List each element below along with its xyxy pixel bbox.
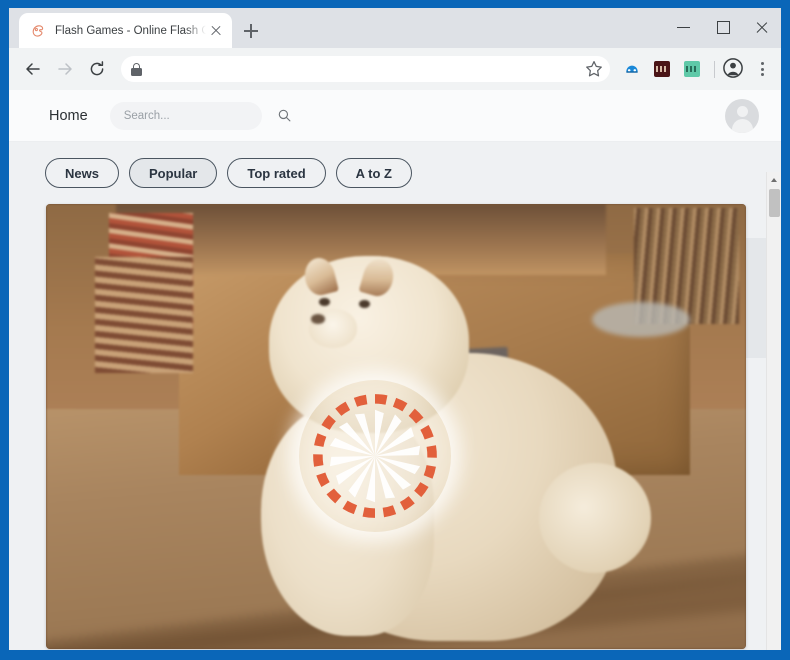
page-scrollbar[interactable]	[766, 172, 781, 650]
browser-window: Flash Games - Online Flash Gam	[0, 0, 790, 660]
search-icon[interactable]	[278, 109, 291, 122]
tab-strip: Flash Games - Online Flash Gam	[9, 8, 781, 48]
tab-close-icon[interactable]	[208, 23, 224, 39]
flash-games-favicon	[30, 23, 46, 39]
filter-top-rated[interactable]: Top rated	[227, 158, 326, 188]
window-minimize-button[interactable]	[664, 8, 703, 46]
spinner-ring-icon	[313, 394, 437, 518]
forward-button[interactable]	[51, 55, 79, 83]
avatar-head-shape	[736, 105, 748, 117]
media-card[interactable]	[46, 204, 746, 649]
filter-news[interactable]: News	[45, 158, 119, 188]
window-close-button[interactable]	[742, 8, 781, 46]
forward-arrow-icon	[58, 63, 72, 75]
scrollbar-up-arrow-icon[interactable]	[767, 172, 781, 187]
extension-teal-icon[interactable]	[684, 61, 700, 77]
address-bar[interactable]	[121, 56, 610, 82]
menu-dot	[760, 62, 764, 66]
avatar-body-shape	[731, 118, 753, 133]
extension-maroon-icon[interactable]	[654, 61, 670, 77]
window-controls	[664, 8, 781, 48]
search-box[interactable]	[109, 101, 291, 130]
loading-spinner	[299, 380, 451, 532]
lock-icon	[131, 62, 142, 76]
new-tab-button[interactable]	[237, 17, 265, 45]
reload-button[interactable]	[83, 55, 111, 83]
filter-popular[interactable]: Popular	[128, 158, 218, 188]
scrollbar-thumb[interactable]	[769, 189, 780, 217]
profile-button[interactable]	[721, 56, 747, 82]
extension-blue-icon[interactable]	[624, 61, 640, 77]
page-viewport: Home News	[9, 90, 781, 650]
menu-dot	[760, 73, 764, 77]
site-header: Home	[9, 90, 781, 142]
tab-title: Flash Games - Online Flash Gam	[55, 24, 206, 37]
browser-menu-button[interactable]	[749, 55, 775, 83]
window-maximize-button[interactable]	[703, 8, 742, 46]
browser-toolbar	[9, 48, 781, 90]
window-inner: Flash Games - Online Flash Gam	[9, 8, 781, 650]
bookmark-star-icon[interactable]	[584, 59, 604, 79]
back-arrow-icon	[26, 63, 40, 75]
profile-avatar-icon	[723, 58, 743, 78]
extension-icons	[617, 61, 707, 77]
search-input[interactable]	[123, 109, 278, 122]
toolbar-divider	[714, 60, 715, 78]
filter-bar: News Popular Top rated A to Z	[9, 142, 781, 188]
user-avatar[interactable]	[725, 98, 759, 133]
menu-dot	[760, 67, 764, 71]
browser-tab[interactable]: Flash Games - Online Flash Gam	[19, 13, 232, 48]
filter-a-to-z[interactable]: A to Z	[335, 158, 412, 188]
reload-icon	[90, 61, 104, 76]
nav-home-link[interactable]: Home	[49, 108, 88, 124]
back-button[interactable]	[19, 55, 47, 83]
